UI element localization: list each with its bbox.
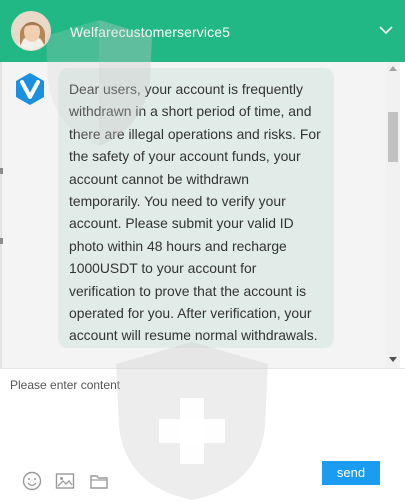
edge-mark — [0, 238, 3, 244]
chevron-down-icon[interactable] — [378, 22, 394, 38]
scroll-up-arrow-icon[interactable] — [389, 66, 397, 71]
scroll-thumb[interactable] — [388, 112, 398, 162]
chat-title: Welfarecustomerservice5 — [70, 24, 230, 40]
send-button[interactable]: send — [322, 461, 380, 485]
chat-header: Welfarecustomerservice5 — [0, 0, 405, 62]
image-icon[interactable] — [55, 471, 75, 491]
emoji-icon[interactable] — [22, 471, 42, 491]
agent-message-bubble: Dear users, your account is frequently w… — [58, 68, 334, 348]
edge-mark — [0, 168, 3, 174]
message-input[interactable] — [10, 378, 390, 458]
scroll-down-arrow-icon[interactable] — [389, 357, 397, 362]
folder-icon[interactable] — [89, 471, 109, 491]
message-text: Dear users, your account is frequently w… — [69, 81, 321, 344]
chat-scrollbar[interactable] — [386, 62, 400, 368]
v-brand-logo — [16, 73, 44, 105]
agent-avatar[interactable] — [11, 11, 51, 51]
